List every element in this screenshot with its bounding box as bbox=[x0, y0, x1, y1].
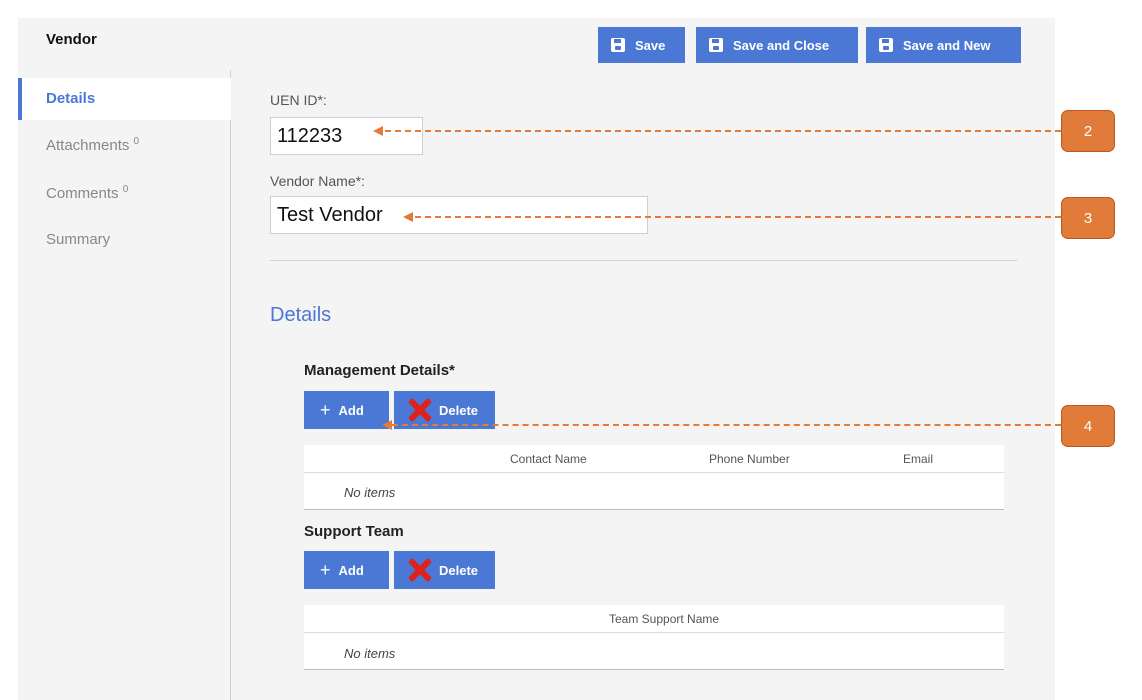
management-delete-label: Delete bbox=[439, 402, 479, 418]
save-button-label: Save bbox=[635, 37, 666, 53]
uen-input[interactable] bbox=[270, 117, 423, 155]
sidebar-item-label: Comments bbox=[46, 185, 119, 202]
callout-badge-2: 2 bbox=[1061, 110, 1115, 152]
page-title: Vendor bbox=[46, 31, 97, 48]
sidebar-nav: Details Attachments 0 Comments 0 Summary bbox=[18, 70, 231, 700]
support-add-label: Add bbox=[338, 562, 364, 578]
plus-icon: + bbox=[320, 560, 331, 580]
grid-header-divider bbox=[304, 632, 1004, 633]
details-section-title: Details bbox=[270, 304, 332, 326]
sidebar-item-comments[interactable]: Comments 0 bbox=[46, 184, 128, 202]
support-add-button[interactable]: + Add bbox=[304, 551, 389, 589]
sidebar-item-attachments[interactable]: Attachments 0 bbox=[46, 136, 139, 154]
vendor-name-input[interactable] bbox=[270, 196, 648, 234]
uen-label: UEN ID*: bbox=[270, 92, 327, 108]
management-add-button[interactable]: + Add bbox=[304, 391, 389, 429]
support-empty-text: No items bbox=[344, 646, 396, 661]
grid-bottom-border bbox=[304, 669, 1004, 670]
sidebar-item-summary[interactable]: Summary bbox=[46, 231, 110, 248]
sidebar-item-label: Attachments bbox=[46, 137, 130, 154]
save-and-close-label: Save and Close bbox=[733, 37, 830, 53]
column-header-contact-name[interactable]: Contact Name bbox=[510, 452, 587, 466]
management-details-title: Management Details* bbox=[304, 362, 455, 379]
callout-arrow-icon bbox=[373, 126, 383, 136]
plus-icon: + bbox=[320, 400, 331, 420]
floppy-disk-icon bbox=[879, 38, 893, 52]
callout-line-3 bbox=[415, 216, 1061, 218]
attachments-count: 0 bbox=[133, 136, 140, 147]
column-header-team-support-name[interactable]: Team Support Name bbox=[609, 612, 719, 626]
red-x-icon bbox=[406, 397, 432, 423]
sidebar-active-indicator bbox=[18, 78, 22, 120]
support-delete-label: Delete bbox=[439, 562, 479, 578]
sidebar-item-details[interactable]: Details bbox=[46, 90, 95, 107]
app-frame: Vendor Save Save and Close Save and New … bbox=[0, 0, 1142, 700]
management-details-grid bbox=[304, 445, 1004, 510]
callout-badge-4: 4 bbox=[1061, 405, 1115, 447]
save-button[interactable]: Save bbox=[598, 27, 685, 63]
support-team-title: Support Team bbox=[304, 523, 404, 540]
section-divider bbox=[270, 260, 1017, 261]
vendor-name-label: Vendor Name*: bbox=[270, 173, 365, 189]
callout-line-2 bbox=[385, 130, 1061, 132]
callout-badge-3: 3 bbox=[1061, 197, 1115, 239]
save-and-close-button[interactable]: Save and Close bbox=[696, 27, 858, 63]
callout-line-4 bbox=[392, 424, 1061, 426]
save-and-new-button[interactable]: Save and New bbox=[866, 27, 1021, 63]
grid-bottom-border bbox=[304, 509, 1004, 510]
floppy-disk-icon bbox=[709, 38, 723, 52]
save-and-new-label: Save and New bbox=[903, 37, 991, 53]
support-delete-button[interactable]: Delete bbox=[394, 551, 495, 589]
comments-count: 0 bbox=[122, 184, 129, 195]
sidebar-item-label: Details bbox=[46, 90, 96, 107]
floppy-disk-icon bbox=[611, 38, 625, 52]
column-header-phone-number[interactable]: Phone Number bbox=[709, 452, 790, 466]
callout-arrow-icon bbox=[382, 420, 392, 430]
sidebar-item-label: Summary bbox=[46, 231, 111, 248]
management-add-label: Add bbox=[338, 402, 364, 418]
red-x-icon bbox=[406, 557, 432, 583]
grid-header-divider bbox=[304, 472, 1004, 473]
callout-arrow-icon bbox=[403, 212, 413, 222]
column-header-email[interactable]: Email bbox=[903, 452, 933, 466]
management-empty-text: No items bbox=[344, 485, 396, 500]
